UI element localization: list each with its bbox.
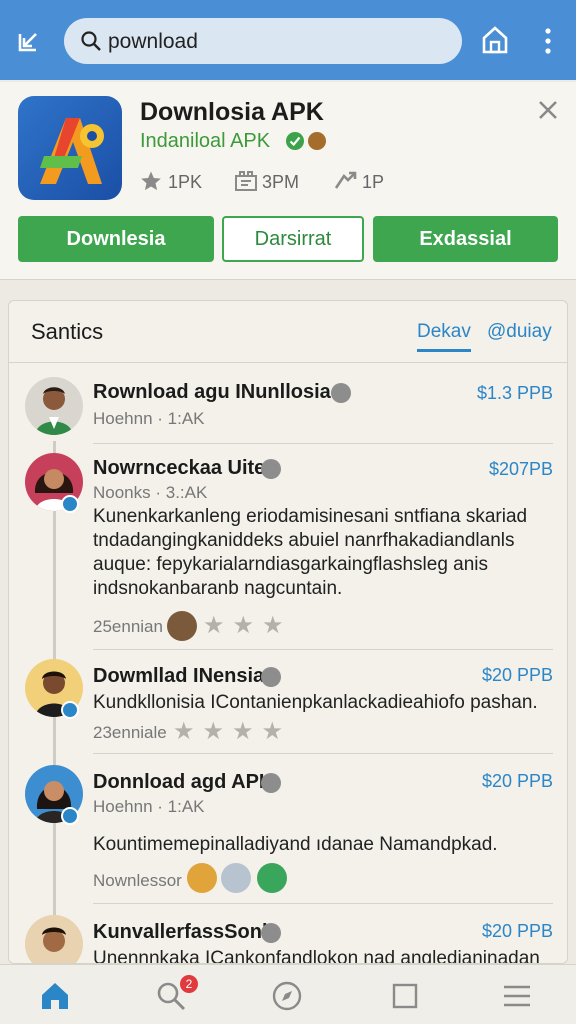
verified-icon xyxy=(61,701,79,719)
settings-icon xyxy=(331,383,351,403)
review-item: Nowrnceckaa Uite Noonks · 3.:AK $207PB K… xyxy=(9,445,567,650)
bottom-nav: 2 xyxy=(0,964,576,1024)
rating-stars: ★★★ xyxy=(203,612,292,639)
review-author[interactable]: Rownload agu INunllosia xyxy=(93,381,331,404)
star-icon xyxy=(141,171,161,191)
notification-badge: 2 xyxy=(180,975,198,993)
review-price: $20 PPB xyxy=(481,771,553,791)
close-icon[interactable] xyxy=(536,98,560,122)
avatar[interactable] xyxy=(25,915,83,963)
review-author[interactable]: Nowrnceckaa Uite xyxy=(93,457,265,480)
rating-stars: ★★★★ xyxy=(173,718,292,745)
review-item: Dowmllad INensia $20 PPB Kundkllonisia I… xyxy=(9,651,567,755)
verified-icon xyxy=(61,807,79,825)
review-item: KunvallerfassSonk $20 PPB Unennnkaka ICa… xyxy=(9,907,567,964)
secondary-button[interactable]: Darsirrat xyxy=(222,216,364,262)
review-date: 23enniale xyxy=(93,723,167,742)
review-meta: Hoehnn · 1:AK xyxy=(93,409,205,428)
home-icon[interactable] xyxy=(38,979,72,1013)
stat-rating: 1PK xyxy=(140,170,220,194)
download-button[interactable]: Downlesia xyxy=(18,216,214,262)
search-icon xyxy=(81,31,101,51)
download-icon xyxy=(334,171,357,189)
stat-reviews-value: 3PM xyxy=(262,172,300,192)
review-date: Nownlessor xyxy=(93,871,182,890)
review-price: $1.3 PPB xyxy=(476,383,553,403)
avatar[interactable] xyxy=(25,377,83,435)
tab-duiay[interactable]: @duiay xyxy=(487,321,552,343)
search-input[interactable]: pownload xyxy=(64,18,462,64)
mini-avatar xyxy=(167,611,197,641)
stat-downloads: 1P xyxy=(334,170,404,194)
search-value: pownload xyxy=(108,30,198,53)
divider xyxy=(93,903,553,904)
explore-icon[interactable] xyxy=(270,979,304,1013)
stat-reviews: 3PM xyxy=(234,170,314,194)
mini-avatar xyxy=(187,863,217,893)
tab-dekav[interactable]: Dekav xyxy=(417,321,471,352)
review-author[interactable]: KunvallerfassSonk xyxy=(93,921,273,944)
review-author[interactable]: Donnload agd APK xyxy=(93,771,273,794)
review-price: $20 PPB xyxy=(481,921,553,941)
more-vertical-icon[interactable] xyxy=(538,26,558,56)
reviews-header: Santics Dekav @duiay xyxy=(9,301,567,363)
reviews-panel: Santics Dekav @duiay Rownload agu INunll… xyxy=(8,300,568,964)
app-name: Downlosia APK xyxy=(140,98,324,126)
review-meta: Noonks · 3.:AK xyxy=(93,483,208,502)
top-app-bar: pownload xyxy=(0,0,576,80)
review-text: Kountimemepinalladiyand ıdanae Namandpka… xyxy=(93,834,498,855)
home-icon[interactable] xyxy=(480,24,510,56)
divider xyxy=(93,649,553,650)
settings-icon xyxy=(261,667,281,687)
reviews-title: Santics xyxy=(31,319,104,344)
divider xyxy=(93,753,553,754)
verified-icon xyxy=(61,495,79,513)
review-text: Kunenkarkanleng eriodamisinesani sntfian… xyxy=(93,506,528,599)
reviews-icon xyxy=(235,171,257,191)
verified-icon xyxy=(286,132,304,150)
review-price: $20 PPB xyxy=(481,665,553,685)
settings-icon xyxy=(261,773,281,793)
back-icon[interactable] xyxy=(14,26,44,56)
app-logo-icon xyxy=(18,96,122,200)
app-card: Downlosia APK Indaniloal APK 1PK 3PM 1P … xyxy=(0,82,576,280)
stat-rating-value: 1PK xyxy=(168,172,203,192)
divider xyxy=(93,443,553,444)
menu-icon[interactable] xyxy=(500,979,534,1013)
review-date: 25ennian xyxy=(93,617,163,636)
stat-downloads-value: 1P xyxy=(362,172,385,192)
square-icon[interactable] xyxy=(388,979,422,1013)
review-author[interactable]: Dowmllad INensia xyxy=(93,665,264,688)
settings-icon xyxy=(261,923,281,943)
review-meta: Hoehnn · 1:AK xyxy=(93,797,205,816)
review-text: Kundkllonisia IContanienpkanlackadieahio… xyxy=(93,692,538,713)
badge-icon xyxy=(308,132,326,150)
review-item: Rownload agu INunllosia Hoehnn · 1:AK $1… xyxy=(9,363,567,445)
review-price: $207PB xyxy=(488,459,553,479)
settings-icon xyxy=(261,459,281,479)
mini-avatar xyxy=(221,863,251,893)
review-item: Donnload agd APK Hoehnn · 1:AK $20 PPB K… xyxy=(9,757,567,905)
mini-avatar xyxy=(257,863,287,893)
review-text: Unennnkaka ICankonfandlokon nad angledia… xyxy=(93,948,540,964)
tertiary-button[interactable]: Exdassial xyxy=(373,216,558,262)
app-subtitle: Indaniloal APK xyxy=(140,130,271,152)
